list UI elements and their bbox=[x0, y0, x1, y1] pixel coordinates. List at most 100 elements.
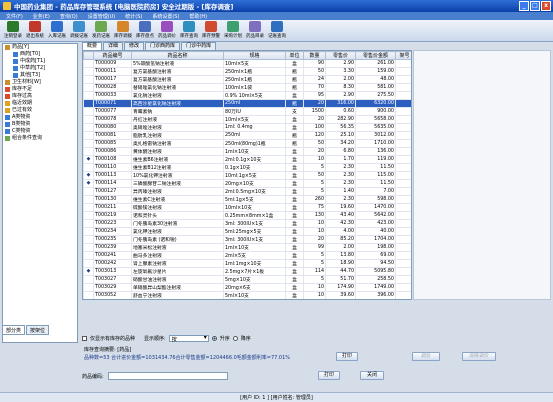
tab-by-shelf[interactable]: 按架位 bbox=[26, 325, 50, 335]
table-row[interactable]: T000242 肾上腺素注射液 1ml:1mg×10支盒 5 18.90 94.50 bbox=[83, 259, 411, 268]
table-row[interactable]: T000241 曲马多注射液 2ml×5支盒 5 13.80 69.00 bbox=[83, 251, 411, 260]
menu-item[interactable]: 设置管理(U) bbox=[88, 13, 116, 20]
maximize-button[interactable]: □ bbox=[530, 1, 540, 11]
close-button[interactable]: x bbox=[541, 1, 551, 11]
toolbar-button[interactable]: 记账查询 bbox=[266, 20, 288, 42]
toolbar-button[interactable]: 药品目录 bbox=[244, 20, 266, 42]
table-row[interactable]: T003029 单硝酸异山梨酯注射液 20mg×6支盒 10 174.90 1749.00 bbox=[83, 283, 411, 292]
table-row[interactable]: T000234 氯化钾注射液 5ml:25mg×5支盒 10 4.00 40.00 bbox=[83, 227, 411, 236]
toolbar-button[interactable]: 库存预警 bbox=[200, 20, 222, 42]
menu-item[interactable]: 业务(E) bbox=[33, 13, 50, 20]
column-header[interactable] bbox=[83, 51, 94, 60]
table-row[interactable]: T000009 5%碳酸氢钠注射液 10ml×5支盒 90 2.90 261.00 bbox=[83, 59, 411, 68]
menu-item[interactable]: 系统设置(S) bbox=[152, 13, 179, 20]
tree-item[interactable]: 中草药[T2] bbox=[3, 65, 77, 72]
display-order-select[interactable]: 按 bbox=[168, 334, 209, 343]
toolbar-button[interactable]: 采购计划 bbox=[222, 20, 244, 42]
tree-item[interactable]: 卫生材料[W] bbox=[3, 79, 77, 86]
table-row[interactable]: T000110 维生素B12注射液 0.1g×10支盒 5 2.30 11.50 bbox=[83, 163, 411, 172]
menu-item[interactable]: 查询(Q) bbox=[60, 13, 78, 20]
table-row[interactable]: T000011 复方氯基酸注射液 250ml×1瓶瓶 50 3.30 159.00 bbox=[83, 67, 411, 76]
column-header[interactable]: 药品编号 bbox=[93, 51, 132, 60]
toolbar-button[interactable]: 退出系统 bbox=[24, 20, 46, 42]
table-row[interactable]: T000239 地塞米松注射液 1ml×10支盒 99 2.00 198.00 bbox=[83, 243, 411, 252]
table-row[interactable]: T000235 门冬胰岛素 (诺和锐) 3ml: 300IU×1支盒 20 85.20 1… bbox=[83, 235, 411, 244]
column-header[interactable]: 规格 bbox=[223, 51, 286, 60]
table-row[interactable]: T003027 硝酸甘油注射液 5mg×10支盒 5 51.70 258.50 bbox=[83, 275, 411, 284]
column-header[interactable]: 数量 bbox=[303, 51, 326, 60]
table-row[interactable]: T003079苏黄胶囊注射液1ml×12支盒452.50112.50 bbox=[84, 300, 413, 301]
tree-item[interactable]: A类物资 bbox=[3, 114, 77, 121]
table-row[interactable]: T003052 舒血宁注射液 5ml×10支盒 10 39.60 396.00 bbox=[83, 291, 411, 299]
toolbar-button[interactable]: 发药记账 bbox=[90, 20, 112, 42]
content-tab[interactable]: 门诊中药库 bbox=[181, 42, 217, 50]
table-row[interactable]: ◆ T000114 三磷酸腺苷二钠注射液 20mg×10支盒 5 2.30 11.50 bbox=[83, 179, 411, 188]
column-header[interactable]: 架号 bbox=[395, 51, 411, 60]
table-row[interactable]: T000077 青霉素钠 80万IU 支 1500 0.60 900.00 bbox=[83, 107, 411, 116]
tree-item[interactable]: 组合条件查询 bbox=[3, 135, 77, 142]
drug-code-input[interactable] bbox=[107, 372, 228, 380]
adjust-price-button[interactable]: 调价 bbox=[412, 352, 440, 361]
print-button[interactable]: 打印 bbox=[318, 371, 340, 380]
table-row[interactable]: T000071 高西沙星氯化钠注射液 250ml 瓶 20 316.00 6320.00 bbox=[83, 99, 411, 108]
table-row[interactable]: ◆ T003013 左旋氧氟沙星片 2.5mg×7片×1板盒 114 44.70 5095.… bbox=[83, 267, 411, 276]
table-row[interactable]: T000130 维生素C注射液 5ml:1g×5支盒 260 2.30 598.00 bbox=[83, 195, 411, 204]
content-tab[interactable]: 修改 bbox=[124, 42, 145, 50]
table-row[interactable]: T000085 奥扎格雷钠注射液 250ml(80mg)1瓶瓶 50 34.20 1710… bbox=[83, 139, 411, 148]
folder-icon bbox=[5, 101, 10, 106]
table-row[interactable]: T000219 诺和灵针头 0.25mm×8mm×1盒盒 130 43.40 5642.0… bbox=[83, 211, 411, 220]
tree-item[interactable]: 中成药[T1] bbox=[3, 58, 77, 65]
tree-item[interactable]: C类物资 bbox=[3, 128, 77, 135]
toolbar-button[interactable]: 药品调价 bbox=[156, 20, 178, 42]
tree-item[interactable]: 已过有效 bbox=[3, 107, 77, 114]
table-row[interactable]: T000211 硫酸镁注射液 10ml×10支盒 75 19.60 1470.00 bbox=[83, 203, 411, 212]
tree-item[interactable]: 药品[Y] bbox=[3, 44, 77, 51]
table-row[interactable]: T000028 替硝唑氯化钠注射液 100ml×1袋瓶 70 8.30 581.00 bbox=[83, 83, 411, 92]
toolbar-button[interactable]: 调拨记账 bbox=[68, 20, 90, 42]
table-cell: 盒 bbox=[285, 179, 304, 188]
table-row[interactable]: T000017 复方氯基酸注射液 250ml×1瓶瓶 24 2.00 48.00 bbox=[83, 75, 411, 84]
print-summary-button[interactable]: 打印 bbox=[336, 352, 358, 361]
tree-item[interactable]: 库存过高 bbox=[3, 93, 77, 100]
table-row[interactable]: T000081 脂肪乳注射液 250ml 瓶 120 25.10 3012.00 bbox=[83, 131, 411, 140]
asc-radio[interactable] bbox=[211, 335, 217, 341]
tab-by-category[interactable]: 部分类 bbox=[2, 325, 26, 335]
content-tab[interactable]: 门诊西药库 bbox=[145, 42, 181, 50]
table-cell: 0.25mm×8mm×1盒 bbox=[223, 211, 286, 220]
tree-item[interactable]: 临近效期 bbox=[3, 100, 77, 107]
menu-item[interactable]: 文件(F) bbox=[6, 13, 23, 20]
close-window-button[interactable]: 关闭 bbox=[360, 371, 384, 380]
menu-item[interactable]: 帮助(H) bbox=[189, 13, 207, 20]
tree-item[interactable]: 库存不足 bbox=[3, 86, 77, 93]
title-bar: 中国药业集团 - 药品库存管理系统 [电脑医院药房] 安全过期版 - [库存调查… bbox=[0, 0, 553, 12]
column-header[interactable]: 药品名称 bbox=[131, 51, 224, 60]
table-row[interactable]: T000086 黄体酮注射液 1ml×10支盒 20 6.80 136.00 bbox=[83, 147, 411, 156]
desc-radio[interactable] bbox=[232, 335, 238, 341]
toolbar-button[interactable]: 注销登录 bbox=[2, 20, 24, 42]
table-row[interactable]: T000223 门冬胰岛素30注射液 3ml: 300IU×1支盒 10 42.30 42… bbox=[83, 219, 411, 228]
in-stock-checkbox[interactable] bbox=[82, 335, 87, 341]
toolbar-button[interactable]: 库存调拨 bbox=[112, 20, 134, 42]
table-row[interactable]: T000127 异丙嗪注射液 2ml:0.5mg×10支盒 5 1.40 7.00 bbox=[83, 187, 411, 196]
tree-item[interactable]: B类物资 bbox=[3, 121, 77, 128]
table-row[interactable]: T000033 氯化钠注射液 0.9% 10ml×5支盒 95 2.90 275.50 bbox=[83, 91, 411, 100]
table-row[interactable]: ◆ T000108 维生素B6注射液 2ml:0.1g×10支盒 10 1.70 119.0… bbox=[83, 155, 411, 164]
table-row[interactable]: T000080 奥硝唑注射液 1ml: 0.4mg 盒 100 56.35 5635.00 bbox=[83, 123, 411, 132]
tree-item[interactable]: 西药[T0] bbox=[3, 51, 77, 58]
table-row[interactable]: T000078 丹红注射液 10ml×5支盒 20 282.90 5658.00 bbox=[83, 115, 411, 124]
minimize-button[interactable]: _ bbox=[519, 1, 529, 11]
toolbar-button[interactable]: 库存盘点 bbox=[134, 20, 156, 42]
content-tab[interactable]: 详细 bbox=[103, 42, 124, 50]
table-row[interactable]: ◆ T000113 10%氯化钾注射液 10ml:1g×5支盒 50 2.30 115.00 bbox=[83, 171, 411, 180]
toolbar-button[interactable]: 入库记账 bbox=[46, 20, 68, 42]
content-tab[interactable]: 概要 bbox=[82, 42, 103, 50]
menu-item[interactable]: 统计(S) bbox=[125, 13, 142, 20]
column-header[interactable]: 单位 bbox=[285, 51, 304, 60]
clear-adjust-button[interactable]: 清除调价 bbox=[462, 352, 496, 361]
column-header[interactable]: 零售价金额 bbox=[355, 51, 396, 60]
tree-item[interactable]: 其他[T3] bbox=[3, 72, 77, 79]
toolbar-button[interactable]: 库存查询 bbox=[178, 20, 200, 42]
table-cell: 异丙嗪注射液 bbox=[131, 187, 224, 196]
column-header[interactable]: 零售价 bbox=[325, 51, 356, 60]
tree-item-label: 库存过高 bbox=[12, 93, 33, 99]
